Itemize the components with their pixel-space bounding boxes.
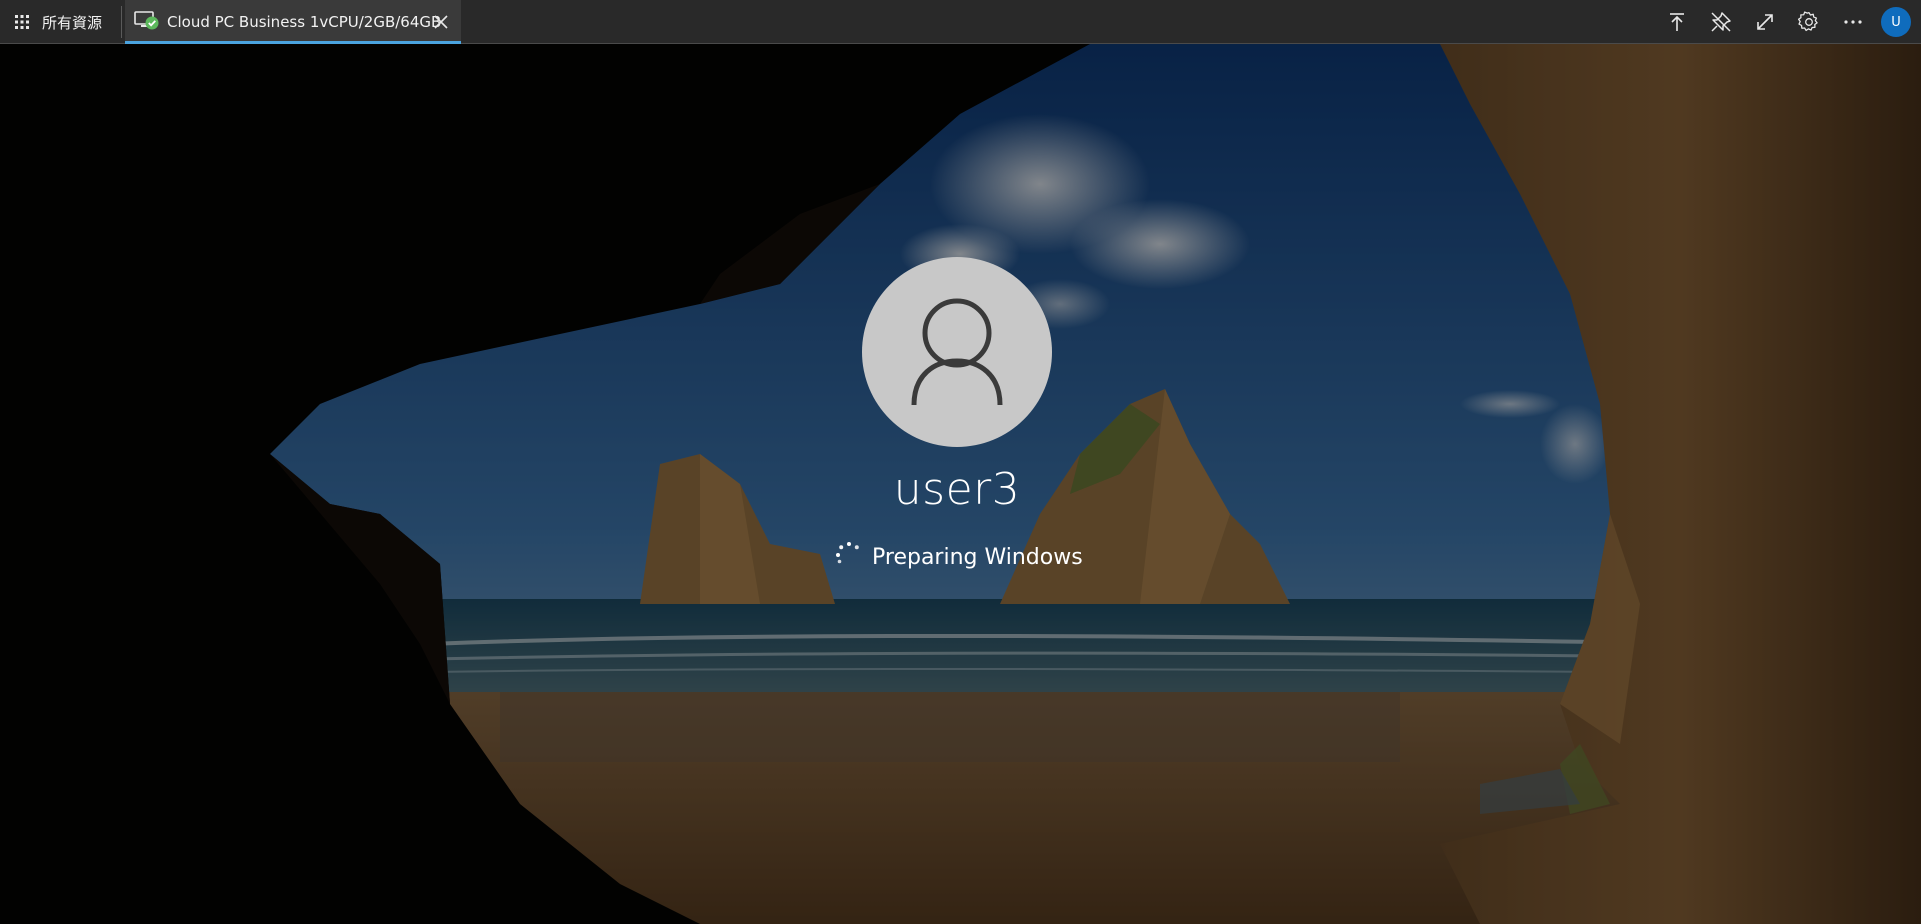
all-resources-label: 所有資源: [42, 13, 103, 32]
loading-spinner-icon: [834, 540, 864, 574]
account-avatar[interactable]: U: [1881, 7, 1911, 37]
username-label: user3: [893, 464, 1021, 515]
top-bar: 所有資源 Cloud PC Business 1vCPU/2GB/64GB U: [0, 0, 1921, 44]
status-text: Preparing Windows: [872, 544, 1083, 570]
all-resources-button[interactable]: 所有資源: [0, 0, 118, 44]
remote-desktop-session[interactable]: user3 Preparing Windows: [0, 44, 1921, 924]
toolbar-right: U: [1655, 0, 1921, 44]
unpin-icon[interactable]: [1699, 0, 1743, 44]
status-row: Preparing Windows: [834, 540, 1083, 574]
cloud-pc-icon: [133, 9, 161, 35]
tab-cloud-pc[interactable]: Cloud PC Business 1vCPU/2GB/64GB: [125, 0, 461, 44]
toolbar-divider: [121, 6, 122, 38]
person-icon: [911, 298, 1003, 406]
tab-label: Cloud PC Business 1vCPU/2GB/64GB: [167, 13, 442, 31]
upload-icon[interactable]: [1655, 0, 1699, 44]
settings-icon[interactable]: [1787, 0, 1831, 44]
close-icon[interactable]: [431, 12, 451, 32]
more-icon[interactable]: [1831, 0, 1875, 44]
user-avatar: [862, 257, 1052, 447]
expand-icon[interactable]: [1743, 0, 1787, 44]
grid-icon: [14, 14, 30, 30]
